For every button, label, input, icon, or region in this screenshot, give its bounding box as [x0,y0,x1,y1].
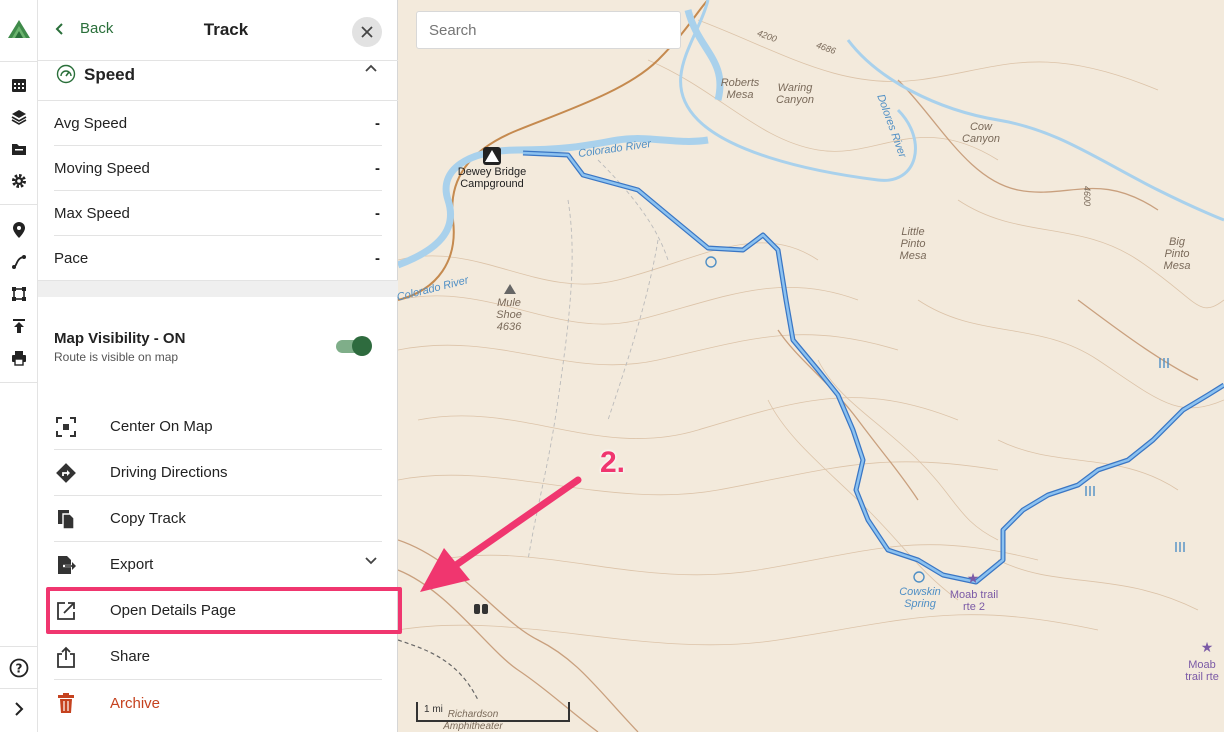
stat-label: Moving Speed [54,159,150,177]
action-label: Share [110,648,151,665]
action-label: Copy Track [110,510,186,527]
stat-value: - [375,250,380,267]
icon-rail: ? [0,0,38,732]
polygon-icon[interactable] [0,279,38,309]
waring-canyon-label: Waring Canyon [776,82,814,106]
close-button[interactable] [352,17,382,47]
moab-trail-label: Moab trail rte 2 [949,589,999,613]
folder-icon[interactable] [0,134,38,164]
driving-directions-button[interactable]: Driving Directions [54,450,382,496]
chevron-up-icon [365,64,377,72]
print-icon[interactable] [0,343,38,373]
center-icon [54,416,110,438]
action-label: Driving Directions [110,464,228,481]
action-label: Archive [110,694,161,712]
annotation-highlight-box [46,587,402,634]
speedometer-icon [56,64,76,84]
cowskin-spring-label: Cowskin Spring [899,586,941,610]
stat-pace: Pace - [54,236,382,281]
stat-avg-speed: Avg Speed - [54,101,382,146]
svg-text:★: ★ [967,571,980,587]
layers-icon[interactable] [0,102,38,132]
map-scale-bar: 1 mi [416,702,570,722]
upload-icon[interactable] [0,311,38,341]
svg-text:★: ★ [1201,640,1214,656]
svg-text:?: ? [16,662,23,676]
directions-icon [54,462,110,484]
cow-canyon-label: Cow Canyon [962,121,1000,145]
stat-value: - [375,159,380,177]
stat-label: Avg Speed [54,114,128,132]
help-icon[interactable]: ? [0,653,38,683]
map-visibility-subtitle: Route is visible on map [54,350,179,364]
annotation-step-label: 2. [600,446,626,479]
topo-map: ★ ★ [398,0,1224,732]
close-icon [361,26,373,38]
action-label: Export [110,556,154,573]
route-icon[interactable] [0,247,38,277]
search-input[interactable] [416,11,681,49]
big-pinto-mesa-label: Big Pinto Mesa [1163,236,1191,272]
stat-value: - [375,204,380,222]
map-visibility-toggle[interactable] [336,336,372,356]
export-icon [54,554,110,576]
gear-icon[interactable] [0,166,38,196]
calendar-icon[interactable] [0,70,38,100]
section-label: Speed [84,65,136,84]
map-canvas[interactable]: ★ ★ [398,0,1224,732]
roberts-mesa-label: Roberts Mesa [720,77,760,101]
share-button[interactable]: Share [54,634,382,680]
archive-button[interactable]: Archive [54,680,382,726]
map-visibility-title: Map Visibility - ON [54,330,186,347]
center-on-map-button[interactable]: Center On Map [54,404,382,450]
chevron-down-icon [365,557,377,565]
copy-track-button[interactable]: Copy Track [54,496,382,542]
stat-moving-speed: Moving Speed - [54,146,382,191]
mule-shoe-label: Mule Shoe 4636 [496,297,522,333]
stat-label: Max Speed [54,204,130,222]
speed-section-header[interactable]: Speed [38,61,398,101]
trash-icon [54,692,110,714]
share-icon [54,646,110,668]
logo-icon[interactable] [0,16,38,46]
export-button[interactable]: Export [54,542,382,588]
little-pinto-mesa-label: Little Pinto Mesa [899,226,927,262]
stat-max-speed: Max Speed - [54,191,382,236]
panel-header: Back Track [38,0,398,61]
campground-label: Dewey Bridge Campground [457,166,527,190]
pin-icon[interactable] [0,215,38,245]
stat-label: Pace [54,250,89,267]
expand-icon[interactable] [0,694,38,724]
section-divider [38,280,398,297]
moab-trail-label-2: Moab trail rte [1185,659,1219,683]
elevation-4600-label: 4600 [1082,185,1093,207]
action-label: Center On Map [110,418,213,435]
copy-icon [54,508,110,530]
stat-value: - [375,114,380,132]
